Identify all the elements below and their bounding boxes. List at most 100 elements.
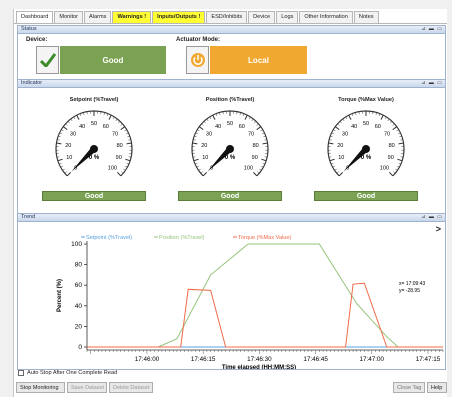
gauge-tick	[118, 121, 121, 124]
x-tick-label: 17:47:00	[360, 356, 385, 363]
help-button[interactable]: Help	[427, 382, 447, 393]
gauge-tick	[380, 114, 384, 120]
gauge-tick	[334, 126, 340, 131]
close-tag-button[interactable]: Close Tag	[393, 382, 425, 393]
gauge-tick	[219, 112, 221, 115]
panel-window-controls[interactable]: ⊿ ▬ ▭	[421, 214, 443, 221]
gauge-tick	[252, 171, 258, 177]
actuator-mode-label: Actuator Mode:	[176, 37, 220, 43]
gauge-tick	[215, 113, 218, 117]
gauge-tick	[262, 142, 268, 145]
tab-device[interactable]: Device	[248, 11, 276, 23]
gauge-scale-label: 90	[116, 155, 122, 161]
actuator-mode-value: Local	[210, 46, 307, 74]
legend-entry: Position (%Travel)	[159, 235, 205, 241]
y-tick-label: 60	[75, 282, 83, 289]
gauge-scale-label: 40	[351, 124, 357, 130]
gauge-tick	[212, 114, 216, 120]
tab-inputs-outputs[interactable]: Inputs/Outputs !	[152, 11, 206, 23]
tab-notes[interactable]: Notes	[353, 11, 379, 23]
gauge-hub	[362, 145, 370, 153]
gauge-tick	[331, 162, 334, 165]
gauge-tick	[67, 121, 70, 124]
gauge-tick	[76, 114, 80, 120]
gauge-scale-label: 100	[244, 165, 253, 171]
gauge-tick	[351, 113, 354, 117]
gauge-tick	[60, 165, 64, 168]
gauge-tick	[56, 142, 62, 145]
gauge-tick	[203, 121, 206, 124]
gauge-scale-label: 50	[91, 121, 97, 127]
legend-entry: Torque (%Max Value)	[238, 235, 292, 241]
gauge-tick	[120, 126, 126, 131]
gauge-tick	[260, 129, 263, 132]
gauge-tick	[195, 132, 198, 135]
gauge-tick	[126, 132, 129, 135]
power-icon	[186, 46, 209, 74]
x-axis-label: Time elapsed (HH:MM:SS)	[222, 365, 296, 369]
gauge-tick	[390, 121, 393, 124]
gauge-tick	[348, 114, 352, 120]
gauge-tick	[257, 171, 260, 174]
gauge-tick	[336, 171, 339, 174]
gauge-tick	[239, 112, 241, 115]
gauge-tick	[73, 116, 76, 120]
indicator-panel: Indicator ⊿ ▬ ▭ Setpoint (%Travel) 0 10 20 3…	[17, 79, 446, 215]
tab-monitor[interactable]: Monitor	[54, 11, 84, 23]
gauge-title: Position (%Travel)	[205, 97, 255, 103]
panel-window-controls[interactable]: ⊿ ▬ ▭	[421, 26, 443, 33]
gauge-scale-label: 70	[384, 132, 390, 138]
gauge-status-bar: Good	[314, 191, 418, 201]
gauge-tick	[65, 123, 68, 126]
tab-bar: Dashboard Monitor Alarms Warnings ! Inputs/O…	[16, 11, 380, 24]
x-tick-label: 17:46:15	[191, 356, 216, 363]
gauge-tick	[355, 112, 357, 115]
gauge-tick	[120, 123, 123, 126]
gauge-scale-label: 50	[227, 121, 233, 127]
gauge-dial: 010203040 50 607080901000 %	[55, 110, 133, 177]
series-line	[87, 243, 443, 348]
tab-logs[interactable]: Logs	[276, 11, 299, 23]
gauge-scale-label: 20	[65, 143, 71, 149]
gauge-tick	[342, 118, 345, 122]
x-tick-label: 17:46:00	[135, 356, 160, 363]
gauge-tick	[83, 112, 85, 115]
tab-esd-inhibits[interactable]: ESD/Inhibits	[206, 11, 248, 23]
panel-window-controls[interactable]: ⊿ ▬ ▭	[421, 80, 443, 87]
save-dataset-button[interactable]: Save Dataset	[67, 382, 107, 393]
gauge-tick	[201, 123, 204, 126]
gauge-tick	[198, 168, 201, 171]
gauge-scale-label: 50	[363, 121, 369, 127]
gauge-tick	[333, 129, 336, 132]
gauge-tick	[196, 165, 200, 168]
gauge-tick	[197, 129, 200, 132]
gauge-tick	[59, 132, 62, 135]
x-tick-label: 17:46:30	[247, 356, 272, 363]
gauge-tick	[108, 114, 112, 120]
gauge-status-bar: Good	[178, 191, 282, 201]
gauge-tick	[395, 168, 398, 171]
gauge-scale-label: 40	[79, 124, 85, 130]
gauge-hub	[226, 145, 234, 153]
gauge-tick	[79, 113, 82, 117]
gauge-scale-label: 80	[389, 143, 395, 149]
gauge-scale-label: 90	[252, 155, 258, 161]
gauge-tick	[124, 129, 127, 132]
gauge-tick	[345, 116, 348, 120]
tab-warnings[interactable]: Warnings !	[112, 11, 152, 23]
gauge-tick	[398, 142, 404, 145]
trend-chart: 0 20 40 60 80 100 17:46:00 17:46:15 17:46:30 17:4…	[57, 235, 444, 369]
y-tick-label: 80	[75, 262, 83, 269]
gauge-readout: 0 %	[225, 155, 236, 161]
gauge-tick	[259, 168, 262, 171]
stop-monitoring-button[interactable]: Stop Monitoring	[16, 382, 65, 393]
gauge-scale-label: 90	[388, 155, 394, 161]
gauge-scale-label: 10	[202, 155, 208, 161]
auto-stop-checkbox[interactable]	[18, 370, 24, 376]
delete-dataset-button[interactable]: Delete Dataset	[109, 382, 153, 393]
gauge-tick	[206, 118, 209, 122]
tab-alarms[interactable]: Alarms	[84, 11, 112, 23]
legend-entry: Setpoint (%Travel)	[86, 235, 132, 241]
gauge-tick	[62, 126, 68, 131]
tab-other-information[interactable]: Other Information	[299, 11, 353, 23]
